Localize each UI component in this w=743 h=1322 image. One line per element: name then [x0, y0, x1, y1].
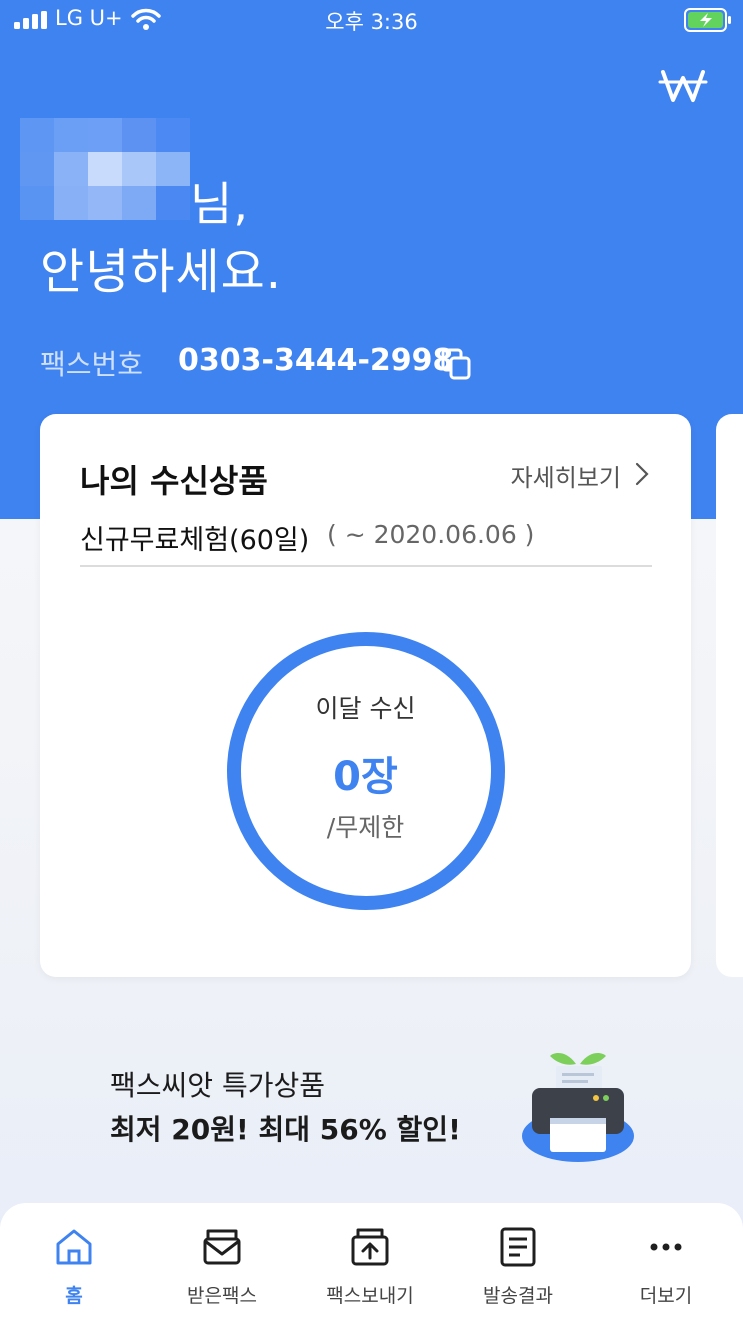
promo-discount: 최저 20원! 최대 56% 할인!: [110, 1113, 461, 1146]
chevron-right-icon[interactable]: [635, 462, 649, 486]
home-icon: [56, 1229, 92, 1265]
status-time: 오후 3:36: [325, 10, 418, 34]
tab-send-fax-label: 팩스보내기: [326, 1285, 414, 1307]
tab-send-results[interactable]: 발송결과: [444, 1203, 592, 1322]
promo-title: 팩스씨앗 특가상품: [110, 1069, 325, 1102]
tab-received-fax[interactable]: 받은팩스: [148, 1203, 296, 1322]
status-bar: LG U+ 오후 3:36: [0, 0, 743, 42]
card-title: 나의 수신상품: [80, 462, 268, 500]
tab-more-label: 더보기: [639, 1285, 693, 1307]
tab-send-results-label: 발송결과: [483, 1285, 553, 1307]
card-divider: [80, 565, 652, 567]
subscription-card: 나의 수신상품 자세히보기 신규무료체험(60일) ( ~ 2020.06.06…: [40, 414, 691, 977]
view-details-link[interactable]: 자세히보기: [511, 458, 647, 493]
monthly-limit: /무제한: [326, 813, 405, 842]
tab-home-label: 홈: [65, 1285, 83, 1307]
next-card-peek[interactable]: [716, 414, 743, 977]
more-dots-icon: [650, 1243, 682, 1251]
monthly-received-label: 이달 수신: [315, 694, 416, 723]
greeting-suffix: 님,: [190, 177, 249, 231]
user-name-blurred: [20, 118, 190, 220]
document-list-icon: [500, 1227, 536, 1267]
monthly-received-count: 0장: [333, 754, 398, 800]
send-fax-icon: [351, 1228, 389, 1266]
tab-home[interactable]: 홈: [0, 1203, 148, 1322]
w-logo-icon[interactable]: [658, 64, 708, 104]
plan-period: ( ~ 2020.06.06 ): [327, 520, 535, 549]
tab-received-fax-label: 받은팩스: [187, 1285, 257, 1307]
inbox-envelope-icon: [203, 1229, 241, 1265]
printer-sprout-icon: [522, 1053, 634, 1162]
tab-more[interactable]: 더보기: [592, 1203, 740, 1322]
tab-send-fax[interactable]: 팩스보내기: [296, 1203, 444, 1322]
view-details-label: 자세히보기: [510, 464, 621, 492]
battery-charging-icon: [684, 8, 731, 32]
fax-number-value: 0303-3444-2998: [178, 343, 454, 378]
greeting-hello: 안녕하세요.: [40, 244, 283, 300]
plan-name: 신규무료체험(60일): [80, 525, 310, 556]
fax-number-label: 팩스번호: [40, 348, 144, 381]
bottom-tab-bar: 홈 받은팩스 팩스보내기 발송결과 더보기: [0, 1203, 743, 1322]
copy-icon[interactable]: [440, 347, 472, 381]
